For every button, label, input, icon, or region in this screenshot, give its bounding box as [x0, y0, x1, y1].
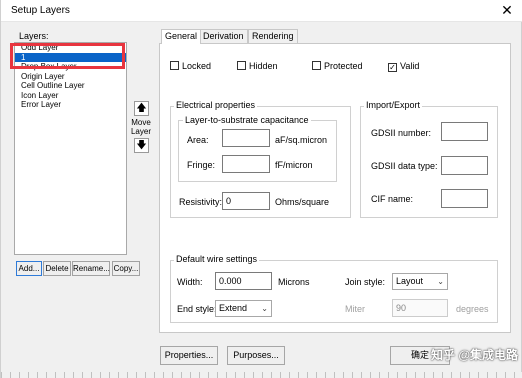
checkbox-label: Valid — [400, 61, 420, 71]
properties-button[interactable]: Properties... — [160, 346, 218, 365]
move-down-button[interactable]: 🡇 — [134, 138, 149, 153]
end-style-select[interactable]: Extend ⌄ — [215, 300, 272, 317]
window-title: Setup Layers — [11, 5, 70, 16]
miter-label: Miter — [345, 304, 365, 314]
checkbox-label: Protected — [324, 61, 363, 71]
layers-label: Layers: — [19, 31, 49, 41]
hidden-checkbox[interactable]: Hidden — [237, 61, 278, 71]
area-unit: aF/sq.micron — [275, 135, 328, 145]
gdsii-number-label: GDSII number: — [371, 128, 432, 138]
checkbox-label: Hidden — [249, 61, 278, 71]
width-input[interactable]: 0.000 — [215, 272, 272, 290]
layer-item[interactable]: Origin Layer — [15, 72, 126, 82]
title-bar: Setup Layers ✕ — [1, 0, 522, 22]
fringe-input[interactable] — [222, 155, 270, 173]
layer-item-selected[interactable]: 1 — [15, 52, 126, 62]
area-label: Area: — [187, 135, 209, 145]
move-up-button[interactable]: 🡅 — [134, 101, 149, 116]
setup-layers-window: Setup Layers ✕ Layers: Odd Layer 1 Drop … — [0, 0, 522, 378]
layer-item[interactable]: Error Layer — [15, 100, 126, 110]
gdsii-data-type-input[interactable] — [441, 156, 488, 175]
miter-input[interactable]: 90 — [392, 299, 448, 317]
cif-name-input[interactable] — [441, 189, 488, 208]
arrow-up-icon: 🡅 — [136, 103, 147, 114]
move-layer-label: Move Layer — [130, 118, 151, 136]
default-wire-settings-title: Default wire settings — [174, 254, 260, 264]
locked-checkbox[interactable]: Locked — [170, 61, 211, 71]
gdsii-number-input[interactable] — [441, 122, 488, 141]
tab-general[interactable]: General — [161, 29, 202, 44]
resistivity-unit: Ohms/square — [275, 197, 330, 207]
watermark-text: 知乎 @集成电路 — [431, 348, 519, 362]
chevron-down-icon: ⌄ — [437, 277, 444, 286]
import-export-title: Import/Export — [364, 100, 423, 110]
checkbox-label: Locked — [182, 61, 212, 71]
electrical-properties-title: Electrical properties — [174, 100, 258, 110]
tab-rendering[interactable]: Rendering — [248, 29, 298, 43]
join-style-value: Layout — [396, 276, 424, 286]
cif-name-label: CIF name: — [371, 194, 414, 204]
end-style-label: End style: — [177, 304, 217, 314]
layer-list[interactable]: Odd Layer 1 Drop Box Layer Origin Layer … — [14, 42, 127, 255]
rename-layer-button[interactable]: Rename... — [72, 261, 110, 276]
join-style-select[interactable]: Layout ⌄ — [392, 273, 448, 290]
width-label: Width: — [177, 277, 203, 287]
delete-layer-button[interactable]: Delete — [43, 261, 71, 276]
area-input[interactable] — [222, 129, 270, 147]
copy-layer-button[interactable]: Copy... — [112, 261, 140, 276]
end-style-value: Extend — [219, 303, 248, 313]
join-style-label: Join style: — [345, 277, 386, 287]
add-layer-button[interactable]: Add... — [16, 261, 42, 276]
layer-item[interactable]: Odd Layer — [15, 43, 126, 53]
resistivity-input[interactable]: 0 — [222, 192, 270, 210]
ruler-strip — [1, 372, 522, 378]
layer-item[interactable]: Drop Box Layer — [15, 62, 126, 72]
tab-derivation[interactable]: Derivation — [199, 29, 248, 43]
close-icon[interactable]: ✕ — [499, 2, 515, 18]
arrow-down-icon: 🡇 — [136, 140, 147, 151]
resistivity-label: Resistivity: — [179, 197, 223, 207]
miter-unit: degrees — [456, 304, 489, 314]
layer-item[interactable]: Icon Layer — [15, 91, 126, 101]
substrate-capacitance-title: Layer-to-substrate capacitance — [183, 115, 311, 125]
fringe-unit: fF/micron — [275, 160, 313, 170]
checkbox-box[interactable] — [237, 61, 246, 70]
checkbox-box[interactable] — [312, 61, 321, 70]
chevron-down-icon: ⌄ — [261, 304, 268, 313]
width-unit: Microns — [278, 277, 310, 287]
fringe-label: Fringe: — [187, 160, 216, 170]
purposes-button[interactable]: Purposes... — [227, 346, 285, 365]
checkbox-box[interactable] — [170, 61, 179, 70]
check-icon[interactable]: ✓ — [388, 63, 397, 72]
gdsii-data-type-label: GDSII data type: — [371, 161, 438, 171]
layer-item[interactable]: Cell Outline Layer — [15, 81, 126, 91]
valid-checkbox[interactable]: ✓ Valid — [388, 61, 419, 72]
protected-checkbox[interactable]: Protected — [312, 61, 363, 71]
